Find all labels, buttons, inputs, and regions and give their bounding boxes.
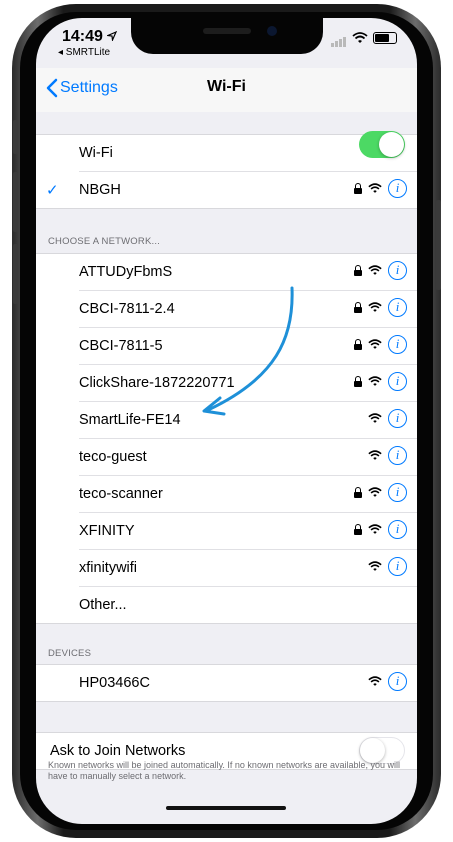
network-row[interactable]: CBCI-7811-5 i bbox=[79, 328, 417, 365]
front-camera bbox=[267, 26, 277, 36]
wifi-status-icon bbox=[352, 32, 368, 43]
network-icons: i bbox=[354, 483, 407, 502]
info-icon[interactable]: i bbox=[388, 179, 407, 198]
network-name: teco-scanner bbox=[79, 486, 163, 502]
wifi-group: Wi-Fi ✓ NBGH i bbox=[36, 131, 417, 209]
wifi-signal-icon bbox=[368, 265, 382, 275]
page-title: Wi-Fi bbox=[207, 78, 246, 95]
network-name: HP03466C bbox=[79, 675, 150, 691]
network-name: SmartLife-FE14 bbox=[79, 412, 181, 428]
network-icons: i bbox=[368, 672, 407, 691]
network-row[interactable]: SmartLife-FE14 i bbox=[79, 402, 417, 439]
lock-icon bbox=[354, 265, 362, 276]
devices-group: HP03466C i bbox=[36, 664, 417, 702]
info-icon[interactable]: i bbox=[388, 672, 407, 691]
network-icons: i bbox=[368, 446, 407, 465]
network-name: xfinitywifi bbox=[79, 560, 138, 576]
wifi-signal-icon bbox=[368, 676, 382, 686]
devices-header: DEVICES bbox=[48, 648, 92, 659]
wifi-signal-icon bbox=[368, 487, 382, 497]
network-name: ATTUDyFbmS bbox=[79, 264, 173, 280]
other-label: Other... bbox=[79, 597, 127, 613]
navigation-bar: Settings Wi-Fi bbox=[36, 68, 417, 112]
network-icons: i bbox=[354, 372, 407, 391]
info-icon[interactable]: i bbox=[388, 483, 407, 502]
mute-switch bbox=[13, 120, 18, 154]
lock-icon bbox=[354, 487, 362, 498]
toggle-knob bbox=[379, 132, 404, 157]
network-name: ClickShare-1872220771 bbox=[79, 375, 235, 391]
wifi-signal-icon bbox=[368, 450, 382, 460]
info-icon[interactable]: i bbox=[388, 335, 407, 354]
wifi-signal-icon bbox=[368, 524, 382, 534]
info-icon[interactable]: i bbox=[388, 557, 407, 576]
volume-down-button bbox=[13, 244, 18, 304]
lock-icon bbox=[354, 183, 362, 194]
footer-note: Known networks will be joined automatica… bbox=[48, 760, 401, 781]
wifi-signal-icon bbox=[368, 376, 382, 386]
lock-icon bbox=[354, 376, 362, 387]
connected-network-name: NBGH bbox=[79, 182, 121, 198]
checkmark-icon: ✓ bbox=[46, 182, 59, 199]
wifi-toggle[interactable] bbox=[359, 131, 405, 158]
volume-up-button bbox=[13, 172, 18, 232]
wifi-signal-icon bbox=[368, 339, 382, 349]
networks-group: ATTUDyFbmS i CBCI-7811-2.4 i CBCI-7811-5 i Cli… bbox=[36, 253, 417, 624]
network-row[interactable]: CBCI-7811-2.4 i bbox=[79, 291, 417, 328]
status-time: 14:49 bbox=[62, 28, 118, 46]
network-name: CBCI-7811-5 bbox=[79, 338, 163, 354]
network-name: teco-guest bbox=[79, 449, 147, 465]
info-icon[interactable]: i bbox=[388, 298, 407, 317]
info-icon[interactable]: i bbox=[388, 520, 407, 539]
network-name: CBCI-7811-2.4 bbox=[79, 301, 175, 317]
wifi-signal-icon bbox=[368, 183, 382, 193]
network-icons: i bbox=[354, 298, 407, 317]
info-icon[interactable]: i bbox=[388, 372, 407, 391]
choose-network-header: CHOOSE A NETWORK... bbox=[48, 236, 161, 247]
cellular-signal-icon bbox=[331, 29, 347, 47]
wifi-signal-icon bbox=[368, 413, 382, 423]
battery-icon bbox=[373, 32, 397, 44]
wifi-signal-icon bbox=[368, 561, 382, 571]
network-row[interactable]: xfinitywifi i bbox=[79, 550, 417, 587]
wifi-toggle-row: Wi-Fi bbox=[79, 131, 417, 172]
network-icons: i bbox=[354, 335, 407, 354]
network-icons: i bbox=[354, 179, 407, 198]
speaker-grille bbox=[203, 28, 251, 34]
connected-network-row[interactable]: ✓ NBGH i bbox=[46, 172, 417, 208]
lock-icon bbox=[354, 302, 362, 313]
home-indicator[interactable] bbox=[166, 806, 286, 810]
status-indicators bbox=[331, 29, 397, 47]
lock-icon bbox=[354, 524, 362, 535]
wifi-signal-icon bbox=[368, 302, 382, 312]
screen: 14:49 ◂ SMRTLite Settings Wi-Fi Wi-Fi ✓ … bbox=[36, 18, 417, 824]
network-icons: i bbox=[368, 409, 407, 428]
info-icon[interactable]: i bbox=[388, 446, 407, 465]
device-row[interactable]: HP03466C i bbox=[79, 665, 417, 701]
network-row[interactable]: teco-guest i bbox=[79, 439, 417, 476]
network-row[interactable]: ATTUDyFbmS i bbox=[79, 254, 417, 291]
info-icon[interactable]: i bbox=[388, 409, 407, 428]
info-icon[interactable]: i bbox=[388, 261, 407, 280]
ask-to-join-label: Ask to Join Networks bbox=[50, 743, 186, 759]
status-time-text: 14:49 bbox=[62, 28, 103, 45]
notch bbox=[131, 18, 323, 54]
network-row[interactable]: XFINITY i bbox=[79, 513, 417, 550]
network-name: XFINITY bbox=[79, 523, 135, 539]
network-icons: i bbox=[354, 261, 407, 280]
lock-icon bbox=[354, 339, 362, 350]
network-icons: i bbox=[354, 520, 407, 539]
power-button bbox=[436, 200, 441, 290]
network-row[interactable]: teco-scanner i bbox=[79, 476, 417, 513]
network-row[interactable]: ClickShare-1872220771 i bbox=[79, 365, 417, 402]
location-icon bbox=[106, 30, 118, 43]
wifi-label: Wi-Fi bbox=[79, 145, 113, 161]
other-network-row[interactable]: Other... bbox=[79, 587, 417, 623]
back-to-app-link[interactable]: ◂ SMRTLite bbox=[58, 47, 110, 58]
network-icons: i bbox=[368, 557, 407, 576]
